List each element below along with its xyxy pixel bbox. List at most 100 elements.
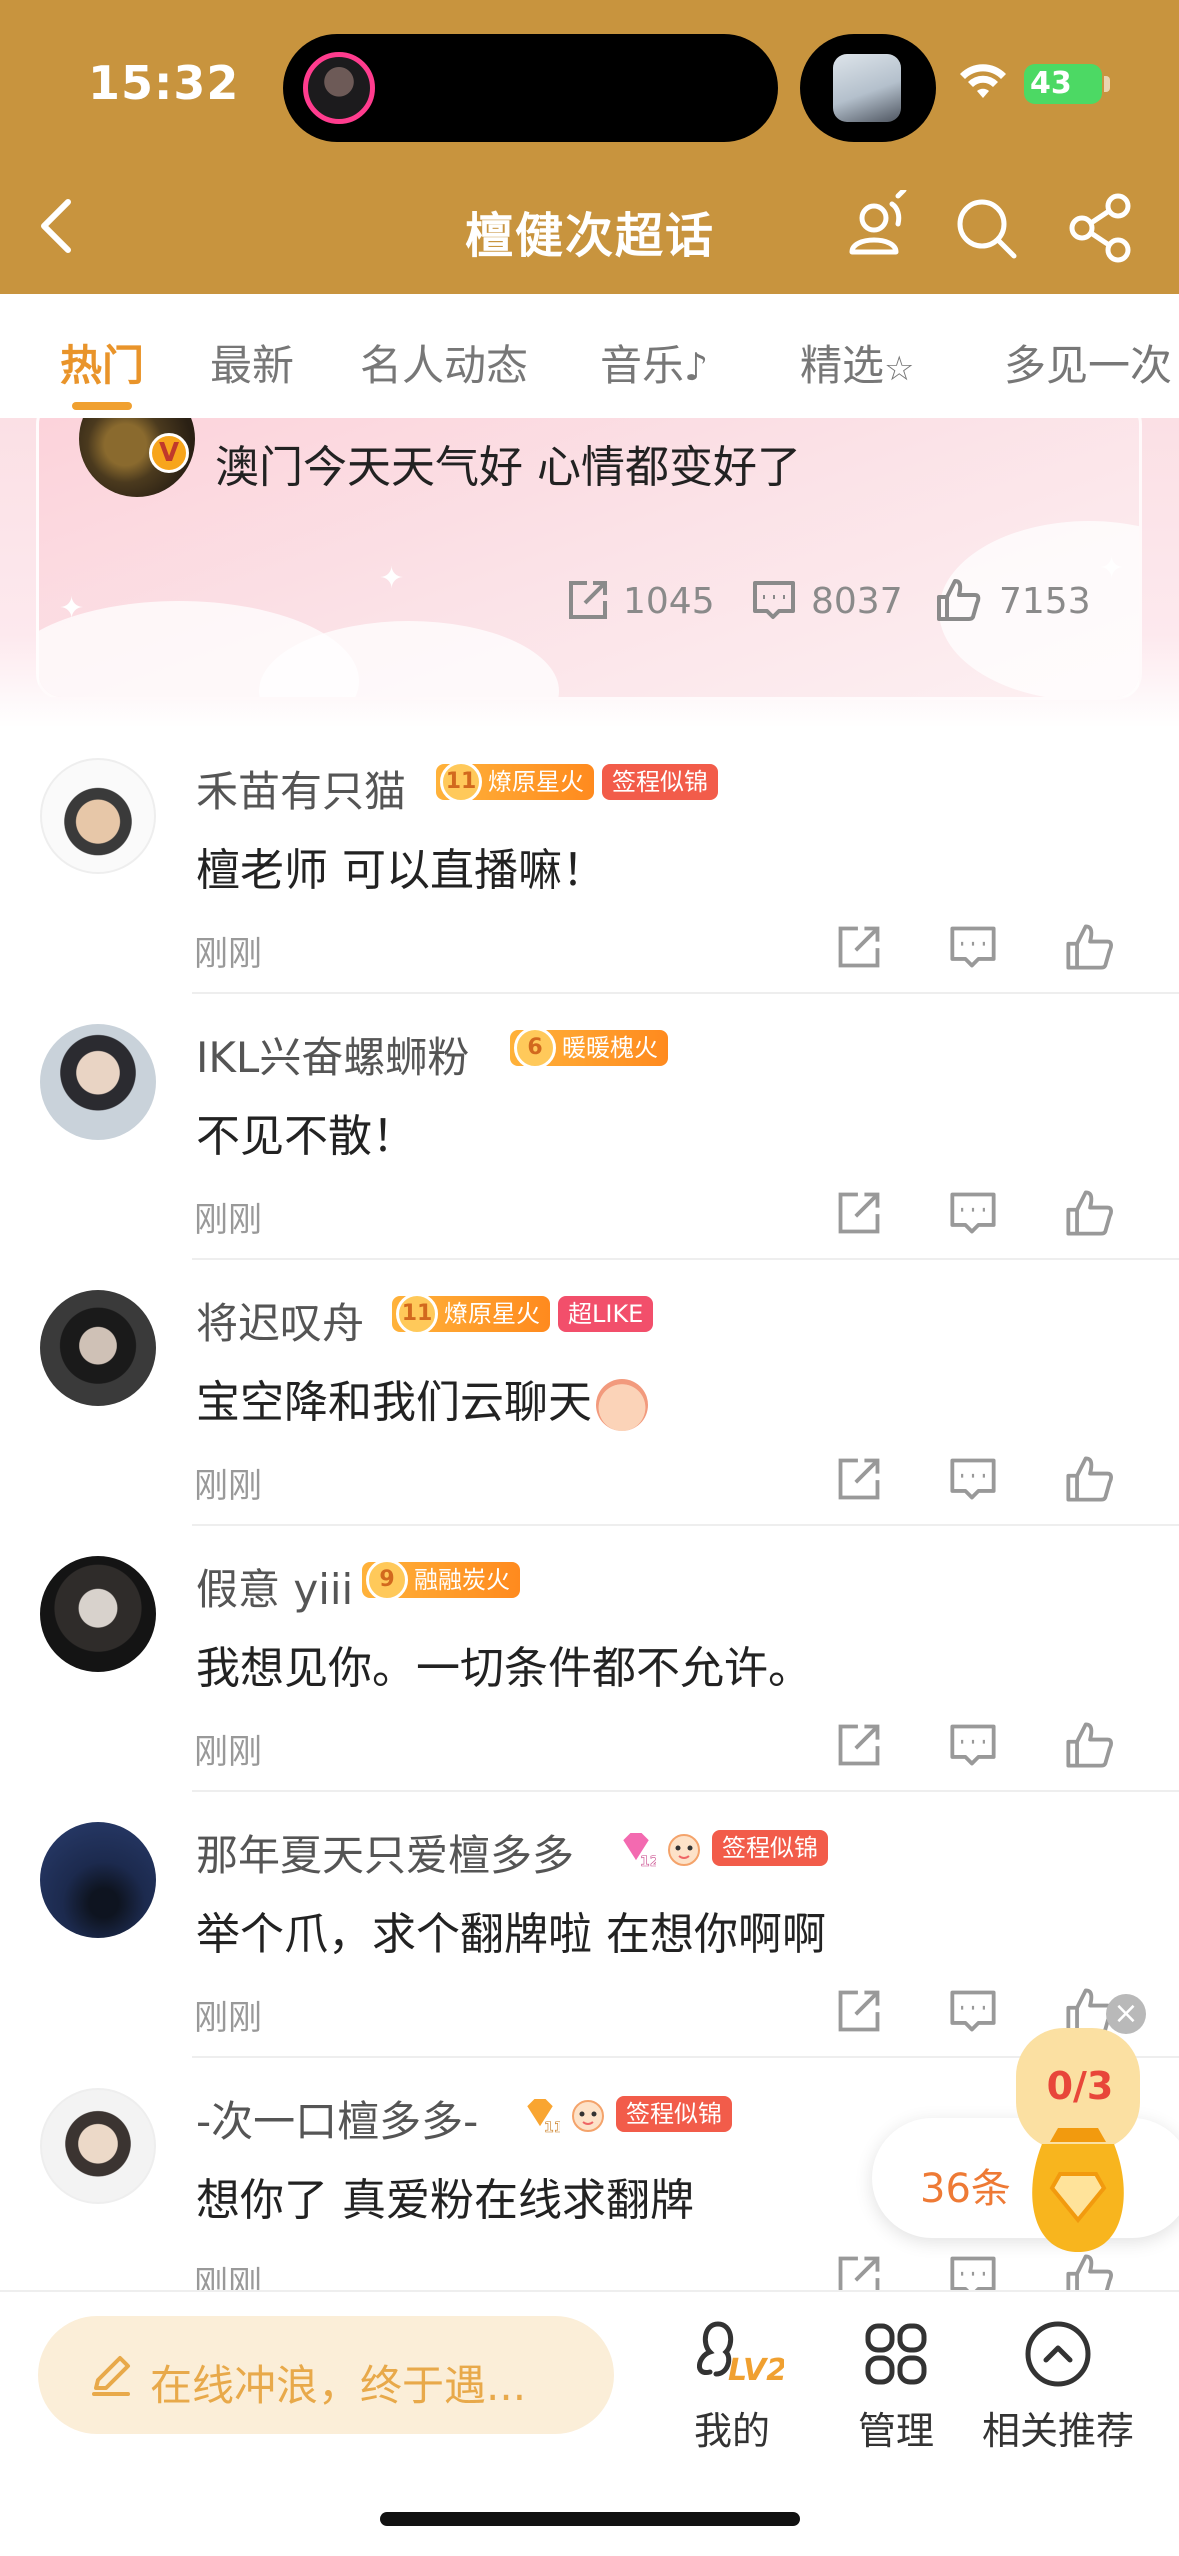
fan-level-badge: 9 融融炭火 [362, 1559, 520, 1601]
user-avatar[interactable] [40, 1290, 156, 1406]
user-avatar[interactable] [40, 1822, 156, 1938]
unread-count[interactable]: 36条 [920, 2156, 1011, 2214]
user-name[interactable]: 将迟叹舟 [196, 1290, 364, 1351]
verified-icon: V [149, 433, 189, 473]
members-icon[interactable] [838, 190, 914, 266]
like-icon[interactable] [1064, 1188, 1114, 1238]
user-avatar[interactable] [40, 2088, 156, 2204]
fan-level-badge: 6 暖暖槐火 [510, 1027, 668, 1069]
fan-level-title: 暖暖槐火 [562, 1034, 658, 1062]
user-badges: 12 签程似锦 [616, 1828, 836, 1868]
comment-item[interactable]: 那年夏天只爱檀多多 12 签程似锦 举个爪，求个翻牌啦 在想你啊啊 刚刚 [0, 1792, 1179, 2058]
nav-my[interactable]: LV2 我的 [642, 2316, 822, 2456]
user-name[interactable]: 那年夏天只爱檀多多 [196, 1822, 574, 1883]
checkin-badge: 签程似锦 [616, 2096, 732, 2132]
pinned-post-card[interactable]: ✦ ✦ ✦ V 澳门今天天气好 心情都变好了 1045 8037 7153 [36, 418, 1142, 700]
nav-related[interactable]: 相关推荐 [968, 2316, 1148, 2456]
fan-level-badge: 11 燎原星火 [392, 1293, 550, 1335]
like-count: 7153 [999, 581, 1091, 622]
battery-tip [1104, 76, 1110, 92]
repost-count: 1045 [623, 581, 715, 622]
user-name[interactable]: 禾苗有只猫 [196, 758, 406, 819]
tab-music[interactable]: 音乐♪ [600, 332, 708, 393]
comment-item[interactable]: 假意 yiii 9 融融炭火 我想见你。一切条件都不允许。 刚刚 [0, 1526, 1179, 1792]
fan-level-title: 融融炭火 [414, 1566, 510, 1594]
repost-icon[interactable] [834, 1986, 884, 2036]
home-indicator[interactable] [380, 2512, 800, 2526]
close-icon[interactable]: × [1106, 1994, 1146, 2034]
like-icon[interactable] [1064, 1454, 1114, 1504]
repost-icon[interactable] [834, 1188, 884, 1238]
comment-text: 举个爪，求个翻牌啦 在想你啊啊 [196, 1909, 826, 1960]
repost-icon[interactable] [834, 922, 884, 972]
like-icon[interactable] [1064, 1720, 1114, 1770]
status-time: 15:32 [88, 56, 240, 110]
user-avatar[interactable] [40, 758, 156, 874]
tab-featured[interactable]: 精选☆ [800, 332, 915, 393]
user-name[interactable]: -次一口檀多多- [196, 2088, 478, 2149]
comment-item[interactable]: IKL兴奋螺蛳粉 6 暖暖槐火 不见不散！ 刚刚 [0, 994, 1179, 1260]
compose-input[interactable]: 在线冲浪，终于遇... [38, 2316, 614, 2434]
comment-icon[interactable] [948, 2252, 998, 2290]
user-name[interactable]: 假意 yiii [196, 1556, 353, 1617]
wifi-icon [960, 64, 1006, 98]
search-icon[interactable] [948, 190, 1024, 266]
level-number: 9 [366, 1559, 408, 1601]
comment-time: 刚刚 [194, 1998, 262, 2038]
checkin-badge: 签程似锦 [712, 1830, 828, 1866]
repost-icon[interactable] [834, 1720, 884, 1770]
user-badges: 11 燎原星火 签程似锦 [436, 761, 726, 804]
comment-text: 宝空降和我们云聊天 [196, 1366, 648, 1431]
comment-text: 不见不散！ [196, 1111, 416, 1162]
tab-hot[interactable]: 热门 [60, 332, 144, 393]
comment-icon[interactable] [948, 1986, 998, 2036]
comment-icon[interactable] [751, 577, 797, 623]
chevron-up-circle-icon [1025, 2321, 1091, 2387]
nav-manage[interactable]: 管理 [806, 2316, 986, 2456]
super-like-badge: 超LIKE [558, 1296, 654, 1332]
level-number: 11 [440, 761, 482, 803]
like-icon[interactable] [1064, 922, 1114, 972]
level-number: 11 [396, 1293, 438, 1335]
fan-level-title: 燎原星火 [444, 1300, 540, 1328]
comment-text: 檀老师 可以直播嘛！ [196, 845, 606, 896]
tab-see-more[interactable]: 多见一次 [1004, 332, 1172, 393]
user-avatar[interactable] [40, 1024, 156, 1140]
mascot-face-icon [668, 1834, 700, 1866]
comment-icon[interactable] [948, 1188, 998, 1238]
user-badges: 11 燎原星火 超LIKE [392, 1293, 661, 1336]
pencil-icon [92, 2356, 130, 2396]
pinned-post-section: ✦ ✦ ✦ V 澳门今天天气好 心情都变好了 1045 8037 7153 [0, 418, 1179, 728]
nav-related-label: 相关推荐 [981, 2409, 1134, 2453]
user-name[interactable]: IKL兴奋螺蛳粉 [196, 1024, 469, 1085]
share-icon[interactable] [1064, 190, 1140, 266]
nav-my-label: 我的 [693, 2409, 770, 2453]
comment-text: 想你了 真爱粉在线求翻牌 [196, 2175, 694, 2226]
like-icon[interactable] [935, 577, 981, 623]
comment-text-body: 宝空降和我们云聊天 [196, 1377, 592, 1428]
user-badges: 9 融融炭火 [362, 1559, 528, 1602]
dynamic-island[interactable] [283, 34, 778, 142]
dynamic-island-secondary[interactable] [800, 34, 936, 142]
gem-level-number: 11 [544, 2120, 560, 2134]
comment-icon[interactable] [948, 1454, 998, 1504]
comment-time: 刚刚 [194, 2264, 262, 2290]
live-activity-thumbnail [833, 54, 901, 122]
repost-icon[interactable] [834, 1454, 884, 1504]
repost-icon[interactable] [565, 577, 611, 623]
comment-time: 刚刚 [194, 934, 262, 974]
user-avatar[interactable] [40, 1556, 156, 1672]
tab-celebrity-updates[interactable]: 名人动态 [360, 332, 528, 393]
comment-item[interactable]: 将迟叹舟 11 燎原星火 超LIKE 宝空降和我们云聊天 刚刚 [0, 1260, 1179, 1526]
mascot-face-icon [572, 2100, 604, 2132]
back-icon[interactable] [30, 190, 86, 262]
comment-icon[interactable] [948, 1720, 998, 1770]
repost-icon[interactable] [834, 2252, 884, 2290]
compose-placeholder: 在线冲浪，终于遇... [150, 2361, 527, 2410]
comment-item[interactable]: 禾苗有只猫 11 燎原星火 签程似锦 檀老师 可以直播嘛！ 刚刚 [0, 728, 1179, 994]
comment-icon[interactable] [948, 922, 998, 972]
tab-latest[interactable]: 最新 [210, 332, 294, 393]
live-activity-avatar [303, 52, 375, 124]
reward-bag-icon[interactable] [1012, 2024, 1144, 2260]
music-note-icon: ♪ [684, 345, 709, 389]
